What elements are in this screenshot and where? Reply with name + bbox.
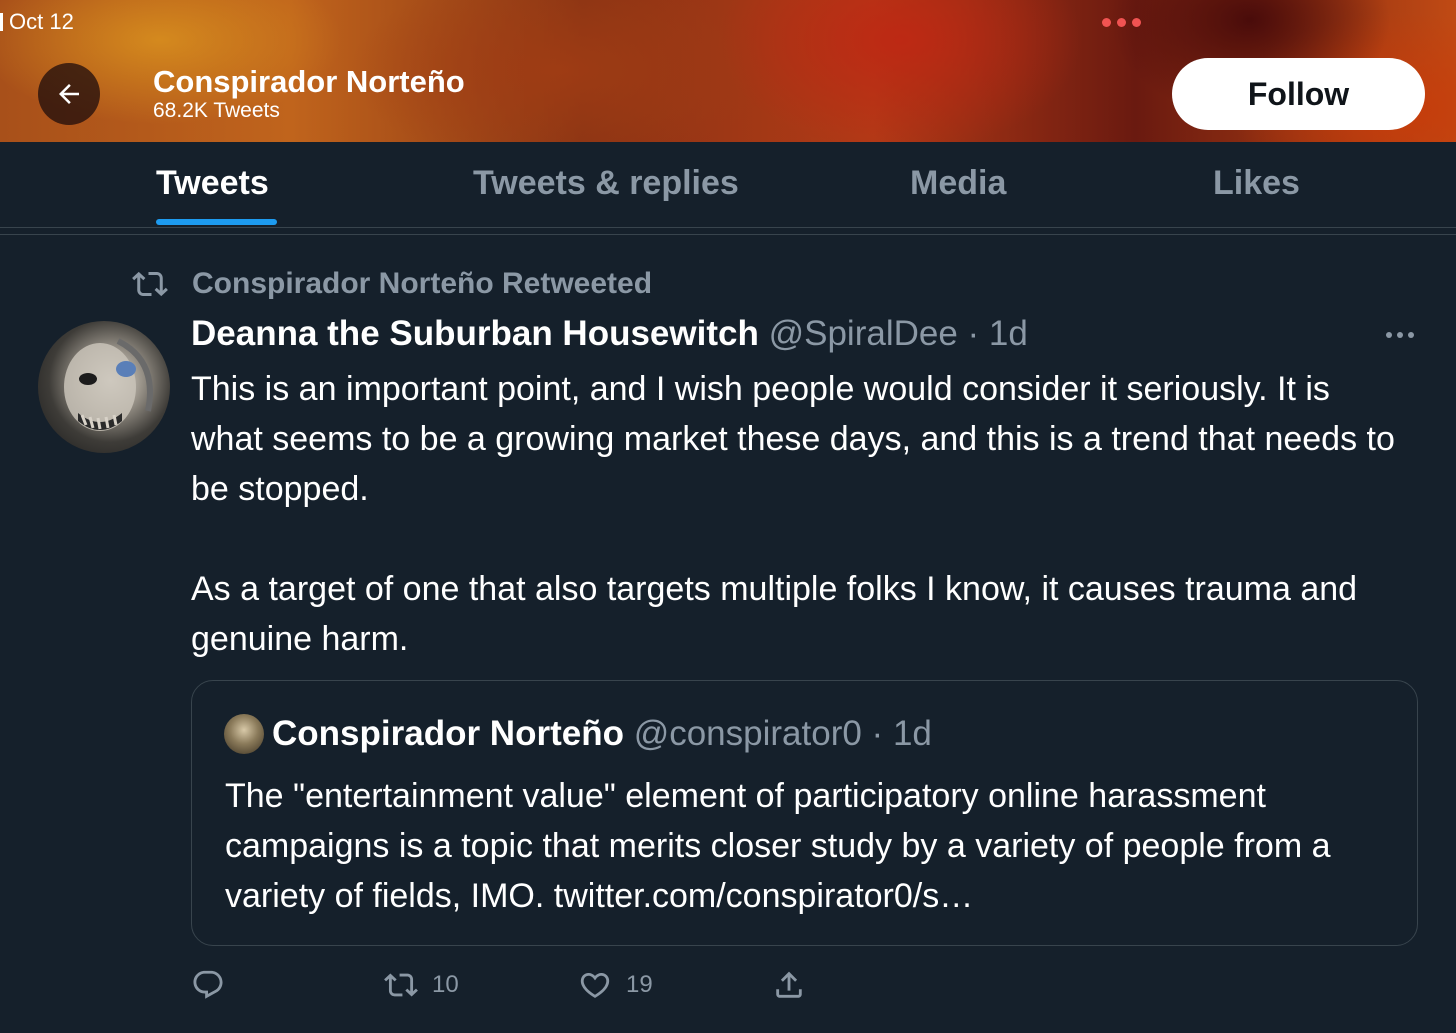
retweet-icon <box>384 973 418 997</box>
profile-tabs: Tweets Tweets & replies Media Likes <box>0 142 1456 228</box>
tweet-text: This is an important point, and I wish p… <box>191 364 1401 664</box>
tab-tweets[interactable]: Tweets <box>156 164 269 203</box>
tweet-time[interactable]: 1d <box>989 314 1028 353</box>
tweet-actions: 10 19 <box>0 964 1456 1014</box>
separator: · <box>957 314 989 353</box>
tweet-header: Deanna the Suburban Housewitch @SpiralDe… <box>191 314 1028 354</box>
like-button[interactable]: 19 <box>578 968 653 1002</box>
tab-likes[interactable]: Likes <box>1213 164 1300 203</box>
tweet-paragraph: As a target of one that also targets mul… <box>191 570 1358 658</box>
quote-author-avatar <box>224 714 264 754</box>
retweet-count: 10 <box>432 971 459 998</box>
more-options-icon[interactable] <box>1384 322 1416 348</box>
skull-portrait-image <box>64 338 153 431</box>
reply-icon <box>193 970 223 999</box>
multitasking-dots-icon[interactable] <box>1102 18 1141 27</box>
author-handle[interactable]: @SpiralDee <box>769 314 958 353</box>
quote-time: 1d <box>892 714 932 753</box>
author-name[interactable]: Deanna the Suburban Housewitch <box>191 314 759 353</box>
retweet-button[interactable]: 10 <box>384 968 459 1002</box>
status-bar-date: Oct 12 <box>0 9 74 35</box>
quote-author-name: Conspirador Norteño <box>272 714 624 753</box>
profile-name: Conspirador Norteño <box>153 64 465 99</box>
tab-media[interactable]: Media <box>910 164 1006 203</box>
share-icon <box>776 971 802 998</box>
tab-tweets-and-replies[interactable]: Tweets & replies <box>473 164 739 203</box>
quote-header: Conspirador Norteño @conspirator0 · 1d <box>272 714 932 754</box>
separator: · <box>861 714 893 753</box>
reply-button[interactable] <box>191 968 225 1002</box>
back-button[interactable] <box>38 63 100 125</box>
retweet-context[interactable]: Conspirador Norteño Retweeted <box>128 266 652 302</box>
quote-text: The "entertainment value" element of par… <box>225 777 1331 915</box>
arrow-left-icon <box>59 84 79 104</box>
quote-author-handle: @conspirator0 <box>633 714 862 753</box>
tweet-count: 68.2K Tweets <box>153 99 280 122</box>
retweet-label: Conspirador Norteño Retweeted <box>192 267 653 300</box>
like-count: 19 <box>626 971 653 998</box>
tweet-paragraph: This is an important point, and I wish p… <box>191 370 1395 508</box>
share-button[interactable] <box>772 968 806 1002</box>
retweet-icon <box>132 271 168 297</box>
follow-button[interactable]: Follow <box>1172 58 1425 130</box>
divider <box>0 234 1456 235</box>
heart-icon <box>580 972 610 998</box>
author-avatar[interactable] <box>38 321 170 453</box>
quoted-tweet[interactable]: Conspirador Norteño @conspirator0 · 1d T… <box>191 680 1418 946</box>
active-tab-indicator <box>156 219 277 225</box>
